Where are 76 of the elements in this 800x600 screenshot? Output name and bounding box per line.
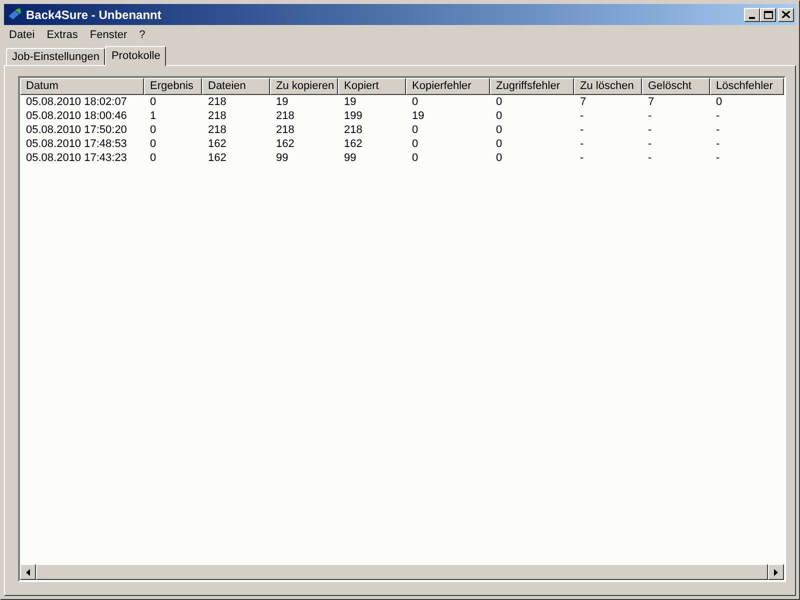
table-cell-text: 218 bbox=[207, 123, 228, 137]
table-cell-text: 19 bbox=[275, 95, 290, 109]
table-cell-text: 218 bbox=[343, 123, 364, 137]
table-cell-text: 162 bbox=[275, 137, 296, 151]
menu-item[interactable]: Datei bbox=[3, 26, 41, 44]
table-cell-text: 0 bbox=[149, 123, 158, 137]
table-cell-text: 0 bbox=[411, 95, 420, 109]
column-header[interactable]: Löschfehler bbox=[710, 78, 784, 95]
table-cell-text: 162 bbox=[207, 151, 228, 165]
menu-item[interactable]: Extras bbox=[40, 26, 84, 44]
table-cell-text: 0 bbox=[495, 137, 504, 151]
table-cell-text: - bbox=[647, 123, 653, 137]
table-cell-text: 218 bbox=[275, 123, 296, 137]
table-cell-text: 0 bbox=[495, 123, 504, 137]
close-icon bbox=[782, 11, 790, 18]
column-header[interactable]: Zugriffsfehler bbox=[490, 78, 574, 95]
table-cell-text: 0 bbox=[411, 137, 420, 151]
table-cell-text: 199 bbox=[343, 109, 364, 123]
table-cell-text: 0 bbox=[411, 123, 420, 137]
table-cell-text: - bbox=[647, 109, 653, 123]
table-cell-text: 7 bbox=[647, 95, 656, 109]
table-cell-text: - bbox=[715, 123, 721, 137]
scroll-left-button[interactable] bbox=[20, 564, 36, 580]
column-header[interactable]: Dateien bbox=[202, 78, 270, 95]
column-header[interactable]: Kopierfehler bbox=[406, 78, 490, 95]
table-cell-text: 218 bbox=[275, 109, 296, 123]
table-cell-text: 218 bbox=[207, 109, 228, 123]
close-button[interactable] bbox=[778, 8, 794, 22]
table-cell-text: 218 bbox=[207, 95, 228, 109]
tab[interactable]: Protokolle bbox=[105, 46, 166, 66]
table-cell-text: - bbox=[715, 151, 721, 165]
table-cell-text: - bbox=[647, 151, 653, 165]
table-cell-text: - bbox=[647, 137, 653, 151]
table-cell-text: 19 bbox=[411, 109, 426, 123]
table-cell-text: 1 bbox=[149, 109, 158, 123]
window-title: Back4Sure - Unbenannt bbox=[26, 6, 162, 24]
minimize-button[interactable] bbox=[744, 8, 760, 22]
table-cell-text: 05.08.2010 17:43:23 bbox=[25, 151, 128, 165]
table-cell-text: 0 bbox=[411, 151, 420, 165]
table-cell-text: 0 bbox=[149, 151, 158, 165]
table-cell-text: 19 bbox=[343, 95, 358, 109]
right-arrow-icon bbox=[774, 568, 778, 576]
table-cell-text: - bbox=[579, 109, 585, 123]
table-cell-text: 0 bbox=[495, 151, 504, 165]
column-header[interactable]: Zu kopieren bbox=[270, 78, 338, 95]
table-cell-text: 05.08.2010 18:02:07 bbox=[25, 95, 128, 109]
table-cell-text: 0 bbox=[495, 109, 504, 123]
column-header[interactable]: Kopiert bbox=[338, 78, 406, 95]
tab[interactable]: Job-Einstellungen bbox=[6, 48, 106, 65]
menu-item[interactable]: ? bbox=[133, 26, 152, 44]
table-cell-text: - bbox=[579, 123, 585, 137]
column-header[interactable]: Gelöscht bbox=[642, 78, 710, 95]
table-cell-text: 0 bbox=[495, 95, 504, 109]
table-cell-text: 7 bbox=[579, 95, 588, 109]
table-cell-text: 05.08.2010 17:48:53 bbox=[25, 137, 128, 151]
column-header[interactable]: Zu löschen bbox=[574, 78, 642, 95]
table-cell-text: 162 bbox=[343, 137, 364, 151]
column-header[interactable]: Datum bbox=[20, 78, 144, 95]
table-cell-text: 162 bbox=[207, 137, 228, 151]
column-header[interactable]: Ergebnis bbox=[144, 78, 202, 95]
scroll-right-button[interactable] bbox=[768, 564, 784, 580]
table-cell-text: 99 bbox=[275, 151, 290, 165]
table-cell-text: - bbox=[715, 137, 721, 151]
table-cell-text: - bbox=[579, 151, 585, 165]
table-cell-text: 99 bbox=[343, 151, 358, 165]
table-cell-text: 0 bbox=[149, 95, 158, 109]
table-cell-text: 05.08.2010 17:50:20 bbox=[25, 123, 128, 137]
table-cell-text: 05.08.2010 18:00:46 bbox=[25, 109, 128, 123]
menu-item[interactable]: Fenster bbox=[84, 26, 134, 44]
table-cell-text: - bbox=[715, 109, 721, 123]
table-cell-text: 0 bbox=[715, 95, 724, 109]
table-cell-text: 0 bbox=[149, 137, 158, 151]
maximize-button[interactable] bbox=[760, 8, 776, 22]
left-arrow-icon bbox=[26, 568, 30, 576]
table-cell-text: - bbox=[579, 137, 585, 151]
app-icon bbox=[6, 6, 22, 22]
